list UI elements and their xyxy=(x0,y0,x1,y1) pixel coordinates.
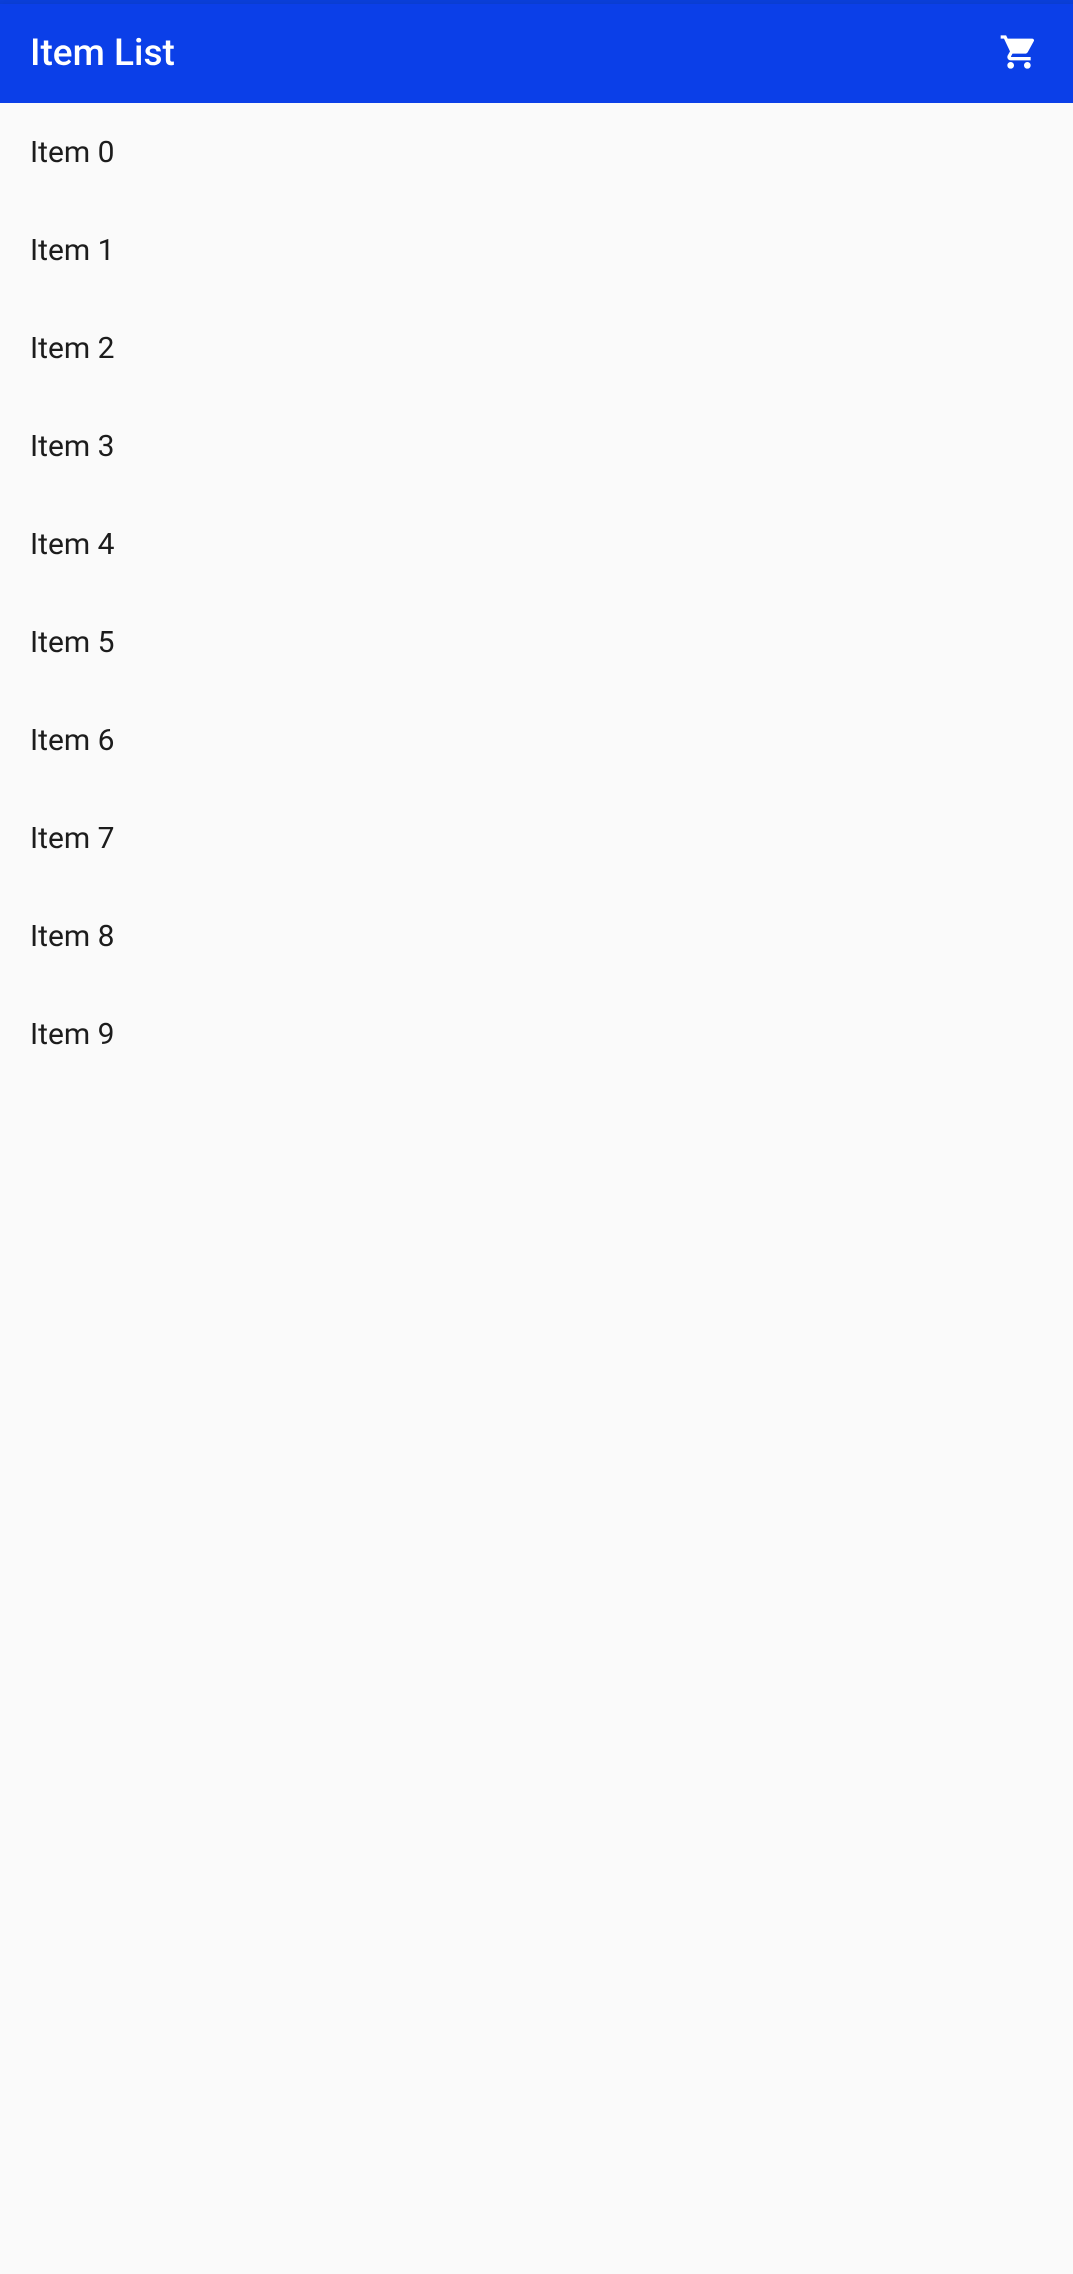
list-item[interactable]: Item 2 xyxy=(0,299,1073,397)
list-item-label: Item 5 xyxy=(30,625,115,660)
list-item[interactable]: Item 8 xyxy=(0,887,1073,985)
list-item[interactable]: Item 4 xyxy=(0,495,1073,593)
shopping-cart-icon xyxy=(999,32,1039,76)
list-item-label: Item 7 xyxy=(30,821,115,856)
cart-button[interactable] xyxy=(995,30,1043,78)
list-item-label: Item 2 xyxy=(30,331,115,366)
list-item-label: Item 1 xyxy=(30,233,115,268)
list-item[interactable]: Item 9 xyxy=(0,985,1073,1083)
list-item-label: Item 9 xyxy=(30,1017,115,1052)
list-item[interactable]: Item 1 xyxy=(0,201,1073,299)
list-item[interactable]: Item 5 xyxy=(0,593,1073,691)
app-bar: Item List xyxy=(0,4,1073,103)
list-item-label: Item 3 xyxy=(30,429,115,464)
list-item[interactable]: Item 7 xyxy=(0,789,1073,887)
list-item-label: Item 8 xyxy=(30,919,115,954)
list-item[interactable]: Item 6 xyxy=(0,691,1073,789)
list-item-label: Item 6 xyxy=(30,723,115,758)
list-item-label: Item 4 xyxy=(30,527,115,562)
list-item-label: Item 0 xyxy=(30,135,115,170)
list-item[interactable]: Item 0 xyxy=(0,103,1073,201)
list-item[interactable]: Item 3 xyxy=(0,397,1073,495)
item-list[interactable]: Item 0 Item 1 Item 2 Item 3 Item 4 Item … xyxy=(0,103,1073,1083)
page-title: Item List xyxy=(30,32,175,75)
